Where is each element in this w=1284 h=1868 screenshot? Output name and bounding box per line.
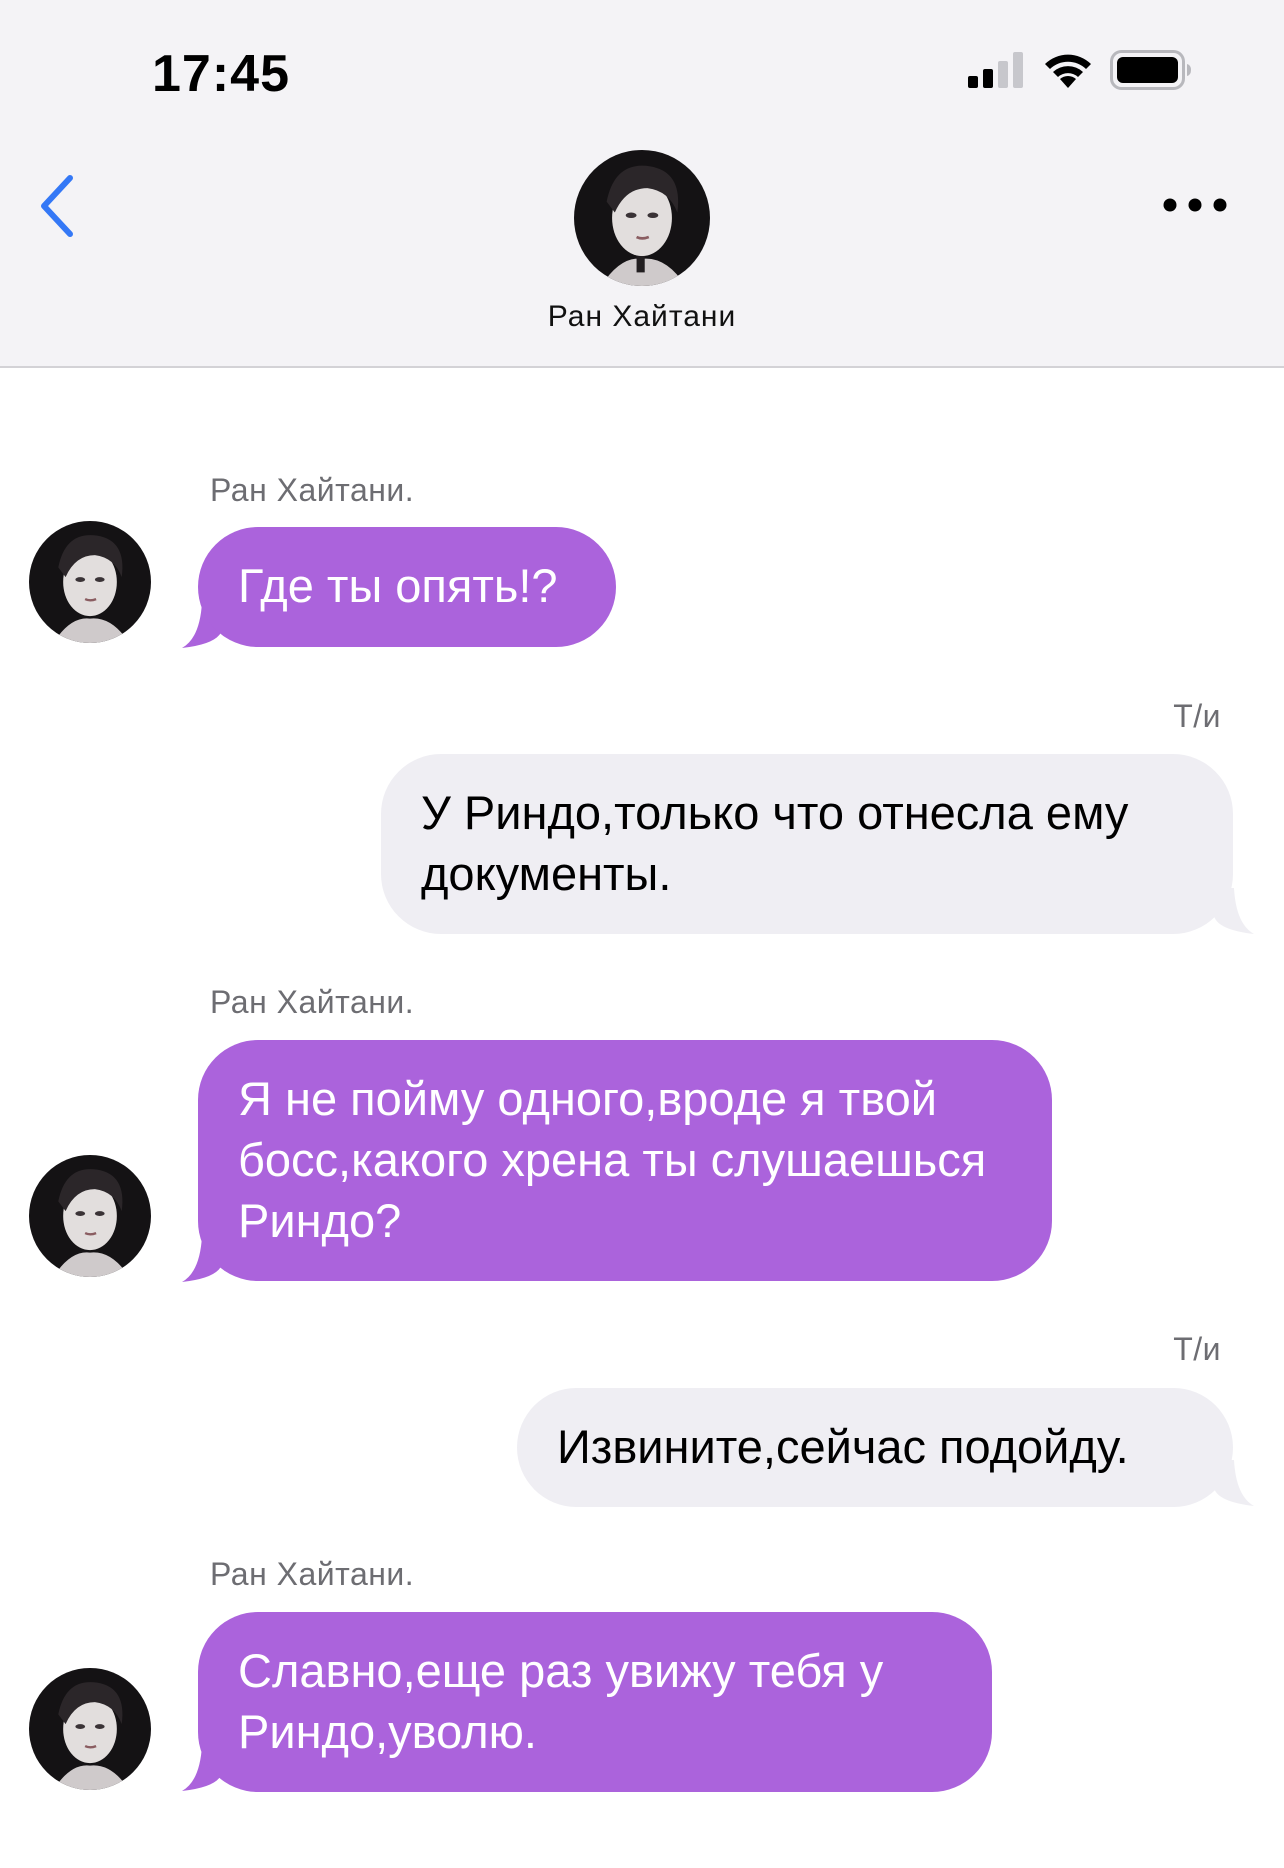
message-text: Славно,еще раз увижу тебя у Риндо,уволю. [238, 1644, 884, 1758]
sender-avatar[interactable] [29, 1668, 151, 1790]
back-chevron-icon[interactable] [28, 166, 88, 246]
message-bubble[interactable]: У Риндо,только что отнесла ему документы… [381, 754, 1233, 934]
message-text: Я не пойму одного,вроде я твой босс,како… [238, 1072, 987, 1247]
cellular-signal-icon [968, 52, 1023, 88]
chat-header: 17:45 Ран Хайтани [0, 0, 1284, 368]
avatar-image [574, 150, 710, 286]
message-sender: Т/и [1173, 1331, 1221, 1367]
message-sender: Ран Хайтани. [210, 472, 415, 508]
status-time: 17:45 [152, 45, 290, 103]
message-bubble[interactable]: Где ты опять!? [198, 527, 616, 647]
chat-screen: 17:45 Ран Хайтани Ран Хайтани. Где ты оп… [0, 0, 1284, 1868]
sender-avatar[interactable] [29, 1155, 151, 1277]
message-text: Извините,сейчас подойду. [557, 1420, 1129, 1473]
contact-avatar[interactable] [574, 150, 710, 286]
avatar-image [29, 1668, 151, 1790]
sender-avatar[interactable] [29, 521, 151, 643]
message-bubble[interactable]: Извините,сейчас подойду. [517, 1388, 1233, 1507]
message-sender: Ран Хайтани. [210, 1556, 415, 1592]
status-icons [968, 50, 1192, 90]
message-text: Где ты опять!? [238, 559, 558, 612]
message-text: У Риндо,только что отнесла ему документы… [421, 786, 1129, 900]
battery-icon [1110, 50, 1191, 90]
message-sender: Ран Хайтани. [210, 984, 415, 1020]
message-sender: Т/и [1173, 698, 1221, 734]
message-bubble[interactable]: Славно,еще раз увижу тебя у Риндо,уволю. [198, 1612, 992, 1792]
avatar-image [29, 521, 151, 643]
avatar-image [29, 1155, 151, 1277]
wifi-icon [1045, 54, 1091, 88]
contact-name[interactable]: Ран Хайтани [0, 300, 1284, 334]
more-options-icon[interactable] [1160, 188, 1230, 222]
message-bubble[interactable]: Я не пойму одного,вроде я твой босс,како… [198, 1040, 1052, 1281]
